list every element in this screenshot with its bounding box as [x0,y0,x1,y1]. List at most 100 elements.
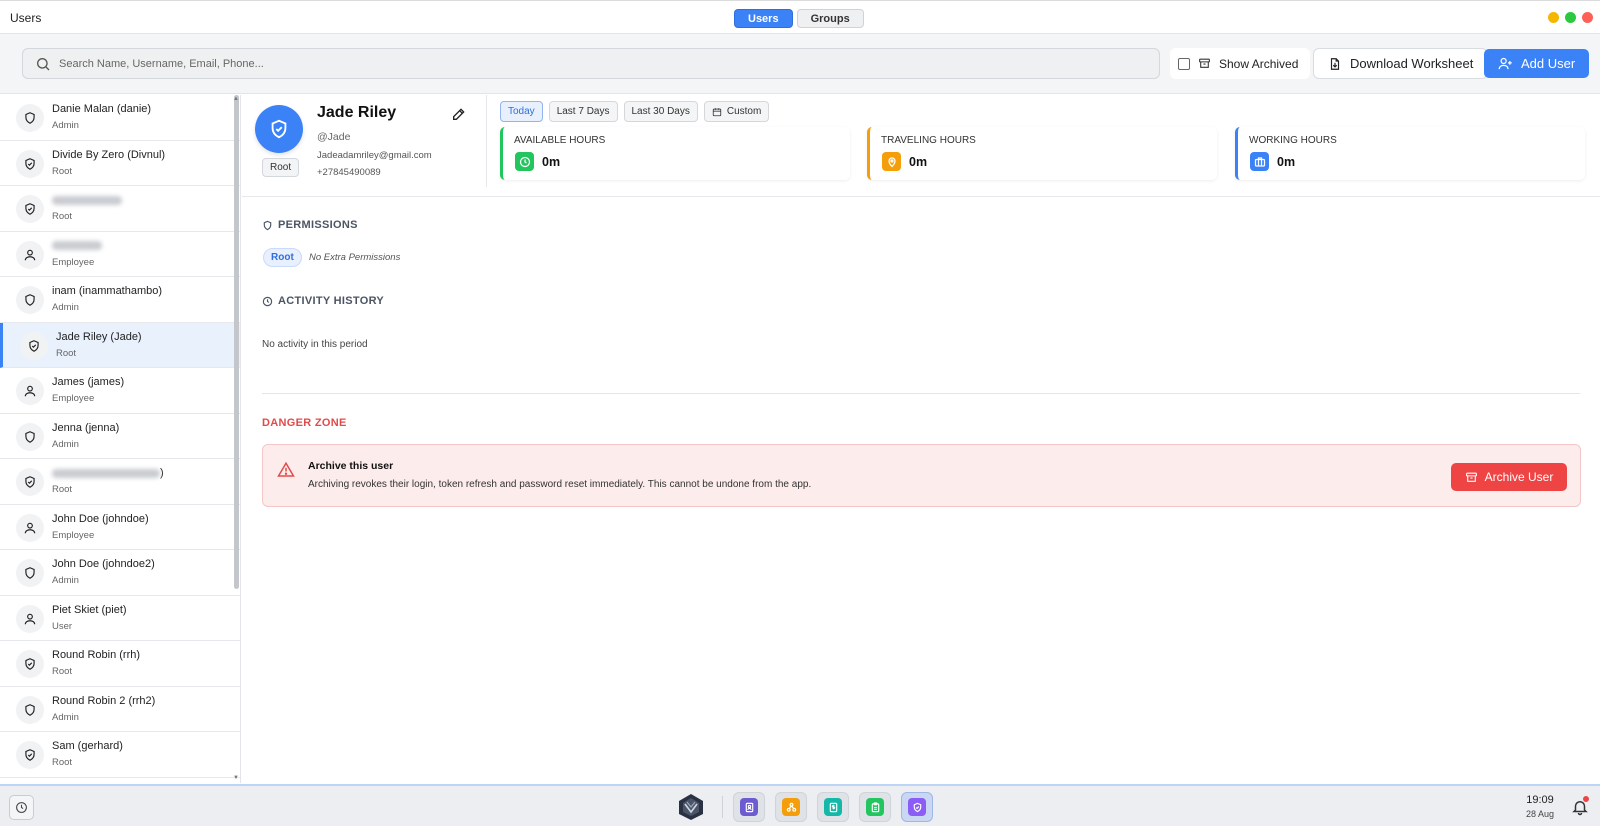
user-role: User [52,620,73,632]
working-hours-card: WORKING HOURS 0m [1235,127,1585,180]
contacts-app-icon [740,798,758,816]
profile-phone: +27845490089 [317,167,381,178]
user-list-item[interactable]: John Doe (johndoe) Employee [0,505,240,550]
search-icon [37,57,50,70]
user-name: Jade Riley (Jade) [56,330,142,343]
redacted-block [52,468,160,478]
user-list-item[interactable]: inam (inammathambo) Admin [0,277,240,323]
close-button[interactable] [1582,12,1593,23]
user-name: Sam (gerhard) [52,740,123,752]
view-switcher: Users Groups [734,9,864,28]
user-list-item[interactable]: James (james) Employee [0,368,240,414]
user-list-item[interactable]: Sam (gerhard) Root [0,732,240,778]
user-name: Jenna (jenna) [52,421,120,434]
profile-name: Jade Riley [317,104,397,121]
toolbar: Show Archived Download Worksheet Add Use… [0,34,1600,94]
structure-app-icon [782,798,800,816]
range-30-days-button[interactable]: Last 30 Days [623,101,698,122]
range-7-days-button[interactable]: Last 7 Days [548,101,618,122]
user-list-item[interactable]: John Doe (johndoe2) Admin [0,550,240,596]
available-hours-title: AVAILABLE HOURS [514,135,606,146]
taskbar-date: 28 Aug [1525,809,1555,819]
user-name: Round Robin 2 (rrh2) [52,694,156,707]
range-selector: Today Last 7 Days Last 30 Days Custom [500,101,770,122]
archive-user-description: Archiving revokes their login, token ref… [308,479,812,490]
scroll-up-arrow[interactable]: ▲ [233,96,239,102]
calendar-icon [712,107,722,116]
show-archived-toggle[interactable]: Show Archived [1170,48,1311,79]
user-list-item[interactable]: Divide By Zero (Divnul) Root [0,141,240,186]
tab-groups[interactable]: Groups [796,9,864,28]
user-role: Employee [52,529,95,541]
profile-username: @Jade [317,131,351,143]
user-list-item[interactable]: Round Robin (rrh) Root [0,641,240,687]
range-7-days-label: Last 7 Days [556,106,610,117]
range-custom-label: Custom [726,106,762,117]
history-button[interactable] [9,795,34,820]
show-archived-checkbox[interactable] [1178,57,1190,70]
user-list-scrollbar[interactable] [234,95,239,589]
archive-user-label: Archive User [1484,470,1554,484]
taskbar-contacts-app[interactable] [733,792,765,822]
shield-check-icon [271,119,287,139]
user-role: Employee [52,393,95,404]
range-custom-button[interactable]: Custom [703,101,770,122]
add-user-button[interactable]: Add User [1484,49,1590,78]
shield-icon [16,286,44,314]
working-hours-title: WORKING HOURS [1249,135,1337,146]
redacted-name [52,240,102,252]
app-logo-icon[interactable] [676,792,706,822]
range-today-button[interactable]: Today [500,101,543,122]
download-worksheet-button[interactable]: Download Worksheet [1313,48,1489,79]
redacted-name: ) [52,467,164,479]
taskbar-clipboard-app[interactable] [859,792,891,822]
user-role: Admin [52,302,79,313]
profile-divider [486,95,487,187]
user-list: Danie Malan (danie) Admin Divide By Zero (… [0,95,241,783]
person-icon [16,513,44,542]
taskbar: 19:09 28 Aug [0,784,1600,826]
user-list-item[interactable]: Jade Riley (Jade) Root [0,322,240,368]
user-plus-icon [1498,57,1512,70]
dollar-app-icon [824,798,842,816]
profile-role-badge: Root [262,158,300,177]
shield-check-icon [16,741,44,769]
clock-icon [515,152,534,171]
user-role: Admin [52,575,79,586]
pencil-icon[interactable] [451,106,467,122]
danger-zone-box: Archive this user Archiving revokes thei… [262,444,1581,507]
taskbar-structure-app[interactable] [775,792,807,822]
user-list-item[interactable]: Piet Skiet (piet) User [0,596,240,641]
no-extra-permissions-text: No Extra Permissions [309,252,401,263]
permissions-title: PERMISSIONS [278,219,358,231]
user-list-item[interactable]: Employee [0,232,240,277]
user-list-item[interactable]: Jenna (jenna) Admin [0,414,240,459]
show-archived-label: Show Archived [1219,56,1299,71]
minimize-button[interactable] [1548,12,1559,23]
user-list-item[interactable]: Root [0,186,240,232]
taskbar-dollar-app[interactable] [817,792,849,822]
shield-icon [263,220,272,230]
add-user-label: Add User [1521,56,1576,71]
user-list-item[interactable]: Danie Malan (danie) Admin [0,95,240,141]
shield-icon [16,559,44,587]
briefcase-icon [1250,152,1269,171]
user-list-item[interactable]: Round Robin 2 (rrh2) Admin [0,687,240,732]
section-divider [262,393,1580,394]
user-list-item[interactable]: ) Root [0,459,240,505]
traveling-hours-card: TRAVELING HOURS 0m [867,127,1217,180]
clock-icon [16,802,27,813]
redacted-block [52,241,102,251]
profile-avatar [255,105,303,153]
redacted-block [52,195,122,205]
scroll-down-arrow[interactable]: ▼ [233,775,239,781]
archive-user-button[interactable]: Archive User [1451,463,1567,491]
search-input[interactable] [59,57,1059,70]
shield-icon [16,695,44,724]
title-bar: Users Users Groups [0,0,1600,34]
maximize-button[interactable] [1565,12,1576,23]
tab-users[interactable]: Users [734,9,793,28]
download-worksheet-label: Download Worksheet [1350,56,1474,71]
user-role: Root [52,484,73,495]
taskbar-shield-app[interactable] [901,792,933,822]
